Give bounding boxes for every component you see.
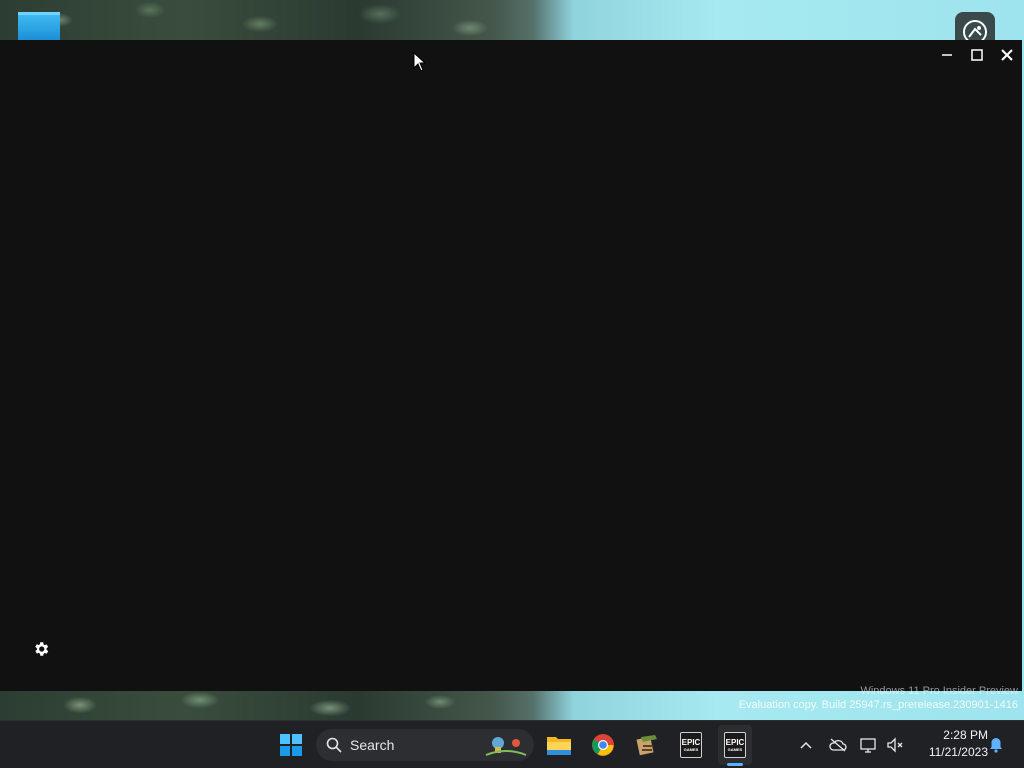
cloud-status-button[interactable] [826,725,850,765]
epic-label: EPIC [725,737,745,747]
bell-icon [990,738,1002,753]
window-controls [932,40,1022,70]
search-icon [326,737,342,753]
notifications-button[interactable] [986,725,1006,765]
cloud-off-icon [829,738,847,752]
close-button[interactable] [992,40,1022,70]
chevron-up-icon [800,741,812,749]
settings-button[interactable] [32,640,50,658]
file-explorer-icon [547,737,571,755]
search-highlight-icon [485,737,527,756]
maximize-button[interactable] [962,40,992,70]
network-button[interactable] [858,725,880,765]
maximize-icon [971,49,983,61]
epic-games-icon: EPIC GAMES [680,732,702,758]
epic-label: EPIC [681,737,701,747]
search-label: Search [350,737,395,753]
epic-sublabel: GAMES [683,746,699,752]
epic-games-icon: EPIC GAMES [724,732,746,758]
taskbar-file-explorer[interactable] [542,725,576,765]
network-icon [860,738,876,753]
search-box[interactable]: Search [316,729,534,761]
start-button[interactable] [274,725,308,765]
epic-sublabel: GAMES [727,746,743,752]
app-icon [636,735,657,756]
clock-date: 11/21/2023 [928,745,988,759]
taskbar-chrome[interactable] [586,725,620,765]
chrome-icon [592,734,614,756]
minimize-icon [942,54,952,56]
mouse-cursor-icon [413,52,427,72]
volume-button[interactable] [884,725,906,765]
folder-icon[interactable] [18,12,60,40]
taskbar-app[interactable] [630,725,664,765]
minimize-button[interactable] [932,40,962,70]
gear-icon [35,642,49,656]
taskbar: Search EPIC GAMES EPIC GAMES 2:28 PM 11/… [0,720,1024,768]
evaluation-watermark: Windows 11 Pro Insider Preview Evaluatio… [739,684,1018,712]
taskbar-epic-games-2[interactable]: EPIC GAMES [718,725,752,765]
taskbar-epic-games-1[interactable]: EPIC GAMES [674,725,708,765]
close-icon [1001,49,1013,61]
volume-muted-icon [887,737,903,753]
clock-time: 2:28 PM [943,728,988,742]
app-window[interactable] [0,40,1022,691]
taskbar-clock[interactable]: 2:28 PM 11/21/2023 [912,727,988,761]
active-app-indicator [727,763,743,766]
watermark-line1: Windows 11 Pro Insider Preview [860,685,1018,697]
show-hidden-icons-button[interactable] [796,725,816,765]
start-icon [280,734,302,756]
watermark-line2: Evaluation copy. Build 25947.rs_prerelea… [738,699,1018,711]
